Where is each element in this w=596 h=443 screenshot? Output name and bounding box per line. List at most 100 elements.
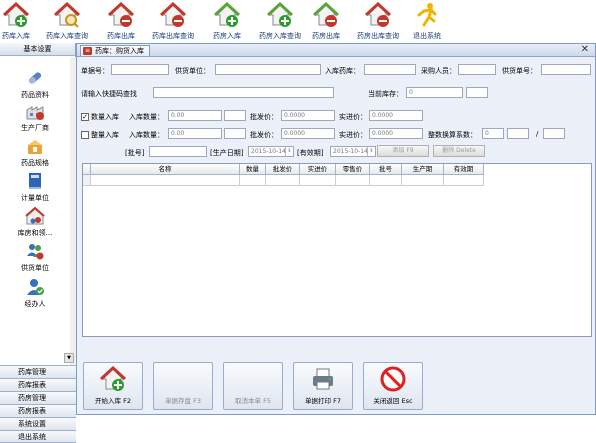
- wholesale-label-2: 批发价：: [250, 131, 278, 139]
- house-search-icon: [267, 2, 293, 27]
- house-search-icon: [54, 2, 80, 28]
- wholesale-label: 批发价：: [250, 113, 278, 121]
- category-exit[interactable]: 退出系统: [0, 430, 76, 443]
- toolbar-pharmacy-out[interactable]: 药房出库: [296, 0, 356, 43]
- toolbar-pharmacy-in[interactable]: 药房入库: [197, 0, 257, 43]
- sidebar-item-supplier[interactable]: 供货单位: [0, 241, 70, 273]
- print-order-label: 单据打印 F7: [305, 397, 341, 405]
- stock-in-grid[interactable]: 名称 数量 批发价 实进价 零售价 批号 生产期 有效期: [82, 163, 592, 337]
- toolbar-label: 药库出库查询: [152, 32, 194, 40]
- main-toolbar: 药库入库 药库入库查询 药库出库 药库出库查询 药房入库 药房入库查询 药房出库…: [0, 0, 596, 43]
- row-selector[interactable]: [83, 175, 91, 186]
- grid-cell[interactable]: [91, 175, 240, 186]
- qty-unit-field[interactable]: [224, 110, 246, 121]
- grid-cell[interactable]: [300, 175, 336, 186]
- toolbar-stock-out-query[interactable]: 药库出库查询: [143, 0, 203, 43]
- qty-label-2: 入库数量：: [129, 131, 164, 139]
- add-button[interactable]: 添加 F9: [377, 145, 429, 157]
- grid-cell[interactable]: [370, 175, 402, 186]
- qty-label: 入库数量：: [129, 113, 164, 121]
- qty-unit-field-2[interactable]: [224, 128, 246, 139]
- grid-cell[interactable]: [402, 175, 444, 186]
- qty-field[interactable]: 0.00: [168, 110, 222, 121]
- column-header[interactable]: 批发价: [266, 164, 300, 175]
- sidebar-item-label: 生产厂商: [21, 124, 49, 132]
- sidebar-item-unit[interactable]: 计量单位: [0, 171, 70, 203]
- qty-in-label: 数量入库: [91, 113, 119, 121]
- grid-cell[interactable]: [240, 175, 266, 186]
- conversion-unit-b[interactable]: [543, 128, 565, 139]
- supply-no-field[interactable]: [541, 64, 591, 75]
- wholesale-field[interactable]: 0.0000: [281, 110, 335, 121]
- qty-field-2[interactable]: 0.00: [168, 128, 222, 139]
- cancel-order-button[interactable]: 取消本单 F5: [223, 362, 283, 410]
- grid-cell[interactable]: [444, 175, 484, 186]
- batch-field[interactable]: [149, 146, 207, 157]
- tab-icon: ≡: [83, 47, 92, 55]
- order-no-field[interactable]: [111, 64, 169, 75]
- sidebar-item-specs[interactable]: 药品规格: [0, 136, 70, 168]
- toolbar-exit[interactable]: 退出系统: [397, 0, 457, 43]
- house-remove-icon: [108, 2, 134, 27]
- sidebar-header[interactable]: 基本设置: [0, 43, 75, 56]
- category-drugstore-report[interactable]: 药库报表: [0, 378, 76, 391]
- spin-icon[interactable]: ⇕: [367, 147, 375, 156]
- prod-date-picker[interactable]: 2015-10-14 ⇕: [248, 146, 294, 157]
- category-system-settings[interactable]: 系统设置: [0, 417, 76, 430]
- quick-search-input[interactable]: [153, 87, 334, 98]
- supply-no-label: 供货单号：: [502, 67, 537, 75]
- printer-icon: [313, 368, 333, 390]
- no-entry-icon: [380, 366, 406, 392]
- warehouse-field[interactable]: [364, 64, 416, 75]
- sidebar-item-warehouse[interactable]: 库房和领...: [0, 206, 70, 238]
- conversion-field[interactable]: 0: [482, 128, 504, 139]
- sidebar-item-manufacturer[interactable]: 生产厂商: [0, 101, 70, 133]
- save-order-label: 单据存盘 F3: [165, 397, 201, 405]
- conversion-unit-a[interactable]: [507, 128, 529, 139]
- supplier-icon: [27, 244, 44, 260]
- buyer-field[interactable]: [458, 64, 496, 75]
- house-add-icon: [100, 366, 126, 391]
- toolbar-stock-out[interactable]: 药库出库: [91, 0, 151, 43]
- whole-in-checkbox[interactable]: [81, 131, 89, 139]
- start-stock-in-button[interactable]: 开始入库 F2: [83, 362, 143, 410]
- category-pharmacy-manage[interactable]: 药房管理: [0, 391, 76, 404]
- house-remove-icon: [313, 2, 339, 27]
- close-return-button[interactable]: 关闭返回 Esc: [363, 362, 423, 410]
- toolbar-label: 药库入库查询: [46, 32, 88, 40]
- column-header[interactable]: 生产期: [402, 164, 444, 175]
- house-add-icon: [214, 2, 240, 27]
- purchase-field-2[interactable]: 0.0000: [369, 128, 423, 139]
- sidebar-item-drug-info[interactable]: 药品资料: [0, 68, 70, 100]
- tab-purchase-in[interactable]: ≡ 药库：购货入库: [80, 45, 150, 56]
- print-order-button[interactable]: 单据打印 F7: [293, 362, 353, 410]
- scroll-down-icon[interactable]: ▼: [64, 353, 74, 363]
- grid-cell[interactable]: [336, 175, 370, 186]
- column-header[interactable]: 有效期: [444, 164, 484, 175]
- column-header[interactable]: 实进价: [300, 164, 336, 175]
- warehouse-label: 入库药库：: [325, 67, 360, 75]
- column-header[interactable]: 批号: [370, 164, 402, 175]
- column-header[interactable]: 数量: [240, 164, 266, 175]
- supplier-field[interactable]: [215, 64, 321, 75]
- qty-in-checkbox[interactable]: ✓: [81, 113, 89, 121]
- sidebar-item-label: 经办人: [24, 300, 46, 308]
- order-no-label: 单据号：: [81, 67, 109, 75]
- toolbar-stock-in-query[interactable]: 药库入库查询: [37, 0, 97, 43]
- category-drugstore-manage[interactable]: 药库管理: [0, 365, 76, 378]
- column-header[interactable]: 名称: [91, 164, 240, 175]
- stock-unit-field: [466, 87, 488, 98]
- expiry-date-picker[interactable]: 2015-10-14 ⇕: [330, 146, 376, 157]
- save-order-button[interactable]: 单据存盘 F3: [153, 362, 213, 410]
- close-icon[interactable]: ✕: [581, 44, 589, 56]
- wholesale-field-2[interactable]: 0.0000: [281, 128, 335, 139]
- delete-button[interactable]: 删除 Delete: [433, 145, 485, 157]
- grid-corner: [83, 164, 91, 175]
- category-pharmacy-report[interactable]: 药房报表: [0, 404, 76, 417]
- grid-cell[interactable]: [266, 175, 300, 186]
- column-header[interactable]: 零售价: [336, 164, 370, 175]
- sidebar-item-operator[interactable]: 经办人: [0, 277, 70, 309]
- purchase-field[interactable]: 0.0000: [369, 110, 423, 121]
- spin-icon[interactable]: ⇕: [285, 147, 293, 156]
- expiry-value: 2015-10-14: [333, 148, 368, 155]
